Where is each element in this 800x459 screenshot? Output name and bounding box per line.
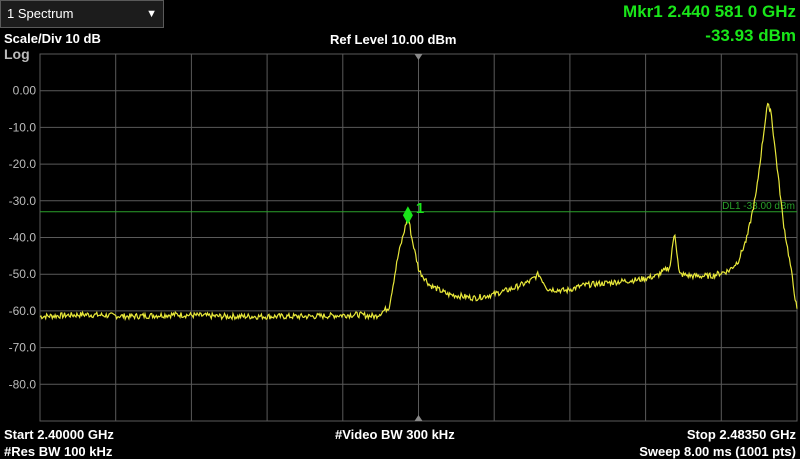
y-tick-label: -40.0: [9, 231, 37, 245]
video-bw-label: #Video BW 300 kHz: [335, 427, 455, 442]
y-axis-tick-labels: 0.00 -10.0 -20.0 -30.0 -40.0 -50.0 -60.0 -70.0 -…: [9, 84, 37, 392]
y-tick-label: -10.0: [9, 120, 37, 134]
center-frequency-marker-top: [414, 54, 423, 60]
y-tick-label: -20.0: [9, 157, 37, 171]
start-frequency-label: Start 2.40000 GHz: [4, 427, 114, 442]
y-tick-label: -60.0: [9, 304, 37, 318]
y-tick-label: -50.0: [9, 267, 37, 281]
center-frequency-marker-bottom: [414, 415, 423, 421]
graticule: [39, 53, 798, 422]
y-tick-label: -30.0: [9, 194, 37, 208]
res-bw-label: #Res BW 100 kHz: [4, 444, 113, 459]
y-tick-label: -80.0: [9, 377, 37, 391]
y-tick-label: 0.00: [13, 84, 37, 98]
spectrum-plot[interactable]: 0.00 -10.0 -20.0 -30.0 -40.0 -50.0 -60.0 -70.0 -…: [0, 0, 800, 459]
display-line-label: DL1 -33.00 dBm: [722, 201, 795, 212]
sweep-label: Sweep 8.00 ms (1001 pts): [639, 444, 796, 459]
stop-frequency-label: Stop 2.48350 GHz: [686, 427, 796, 442]
marker-1-number: 1: [416, 200, 424, 217]
marker-1-diamond[interactable]: [402, 206, 413, 225]
y-tick-label: -70.0: [9, 341, 37, 355]
